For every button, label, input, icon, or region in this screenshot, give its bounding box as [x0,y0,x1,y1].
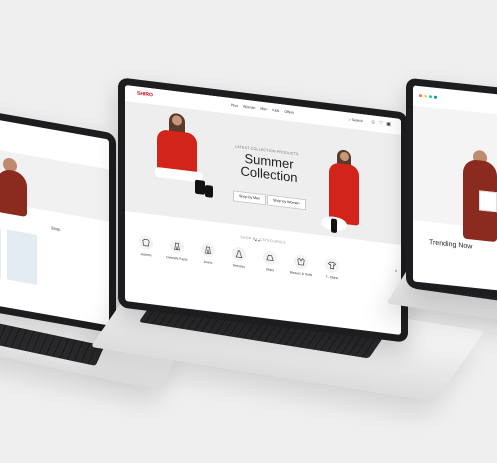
header-icons: ☺ ♡ ▣ [371,119,391,127]
model-figure [0,167,27,218]
blazer-icon [294,253,308,270]
menu-item[interactable]: Men [260,107,267,112]
jacket-icon [139,234,153,251]
laptop-lid: Trending Now [406,77,497,303]
overalls-icon [170,238,184,255]
color-dot [429,95,432,99]
site-logo[interactable]: SHIRO [137,91,153,99]
heart-icon[interactable]: ♡ [379,120,383,127]
category-label: Blazers & Suits [289,270,313,278]
model-boot [331,218,337,234]
left-shop-link[interactable]: Shop [51,225,60,232]
category-skirts[interactable]: Skirts [259,250,281,274]
category-label: Jackets [140,251,152,258]
menu-item[interactable]: Kids [272,108,279,113]
categories-list: Jackets Overalls Pants Jeans Dresses Ski… [135,234,343,281]
chevron-right-icon[interactable]: › [395,268,397,274]
trending-title: Trending Now [429,239,473,251]
model-boot [195,179,205,195]
model-face [172,114,182,127]
category-overalls[interactable]: Overalls Pants [166,238,188,262]
category-tshirts[interactable]: T- Shirts [321,257,343,281]
shop-women-button[interactable]: Shop by Women [267,194,306,211]
main-menu: Plus Woman Men Kids Offers [231,103,294,115]
category-blazers[interactable]: Blazers & Suits [290,253,312,277]
laptops-mockup-scene: ues Shop SHIRO Plus Woman Men [0,0,497,463]
category-jeans[interactable]: Jeans [197,242,219,266]
model-face [340,151,349,162]
color-dot [424,94,427,98]
color-dots [419,94,437,99]
model-boot [205,184,213,198]
menu-item[interactable]: Woman [243,105,255,111]
center-screen: SHIRO Plus Woman Men Kids Offers ⌕ Searc… [125,85,401,335]
product-card[interactable] [7,229,37,285]
jeans-icon [201,242,215,259]
cart-icon[interactable]: ▣ [386,121,391,128]
category-label: Jeans [203,259,213,265]
search-link[interactable]: ⌕ Search [349,118,363,124]
category-jackets[interactable]: Jackets [135,234,157,258]
left-screen: ues Shop [0,114,109,326]
shop-men-button[interactable]: Shop by Men [233,190,267,206]
tshirt-icon [325,257,339,274]
right-screen: Trending Now [413,85,497,295]
category-label: Skirts [265,267,275,273]
skirt-icon [263,250,277,266]
laptop-lid: SHIRO Plus Woman Men Kids Offers ⌕ Searc… [118,77,408,343]
color-dot [434,95,437,99]
laptop-lid: ues Shop [0,106,116,334]
held-card [479,190,497,213]
color-dot [419,94,422,98]
user-icon[interactable]: ☺ [371,119,376,126]
product-card[interactable] [0,223,1,279]
category-dresses[interactable]: Dresses [228,246,250,270]
search-label: Search [351,117,363,124]
category-label: Dresses [232,263,246,269]
left-hero: ues [0,144,109,222]
menu-item[interactable]: Offers [284,110,294,115]
search-icon: ⌕ [348,117,351,122]
dress-icon [232,246,246,262]
category-label: T- Shirts [325,274,339,281]
menu-item[interactable]: Plus [231,103,238,108]
category-label: Overalls Pants [166,255,188,262]
